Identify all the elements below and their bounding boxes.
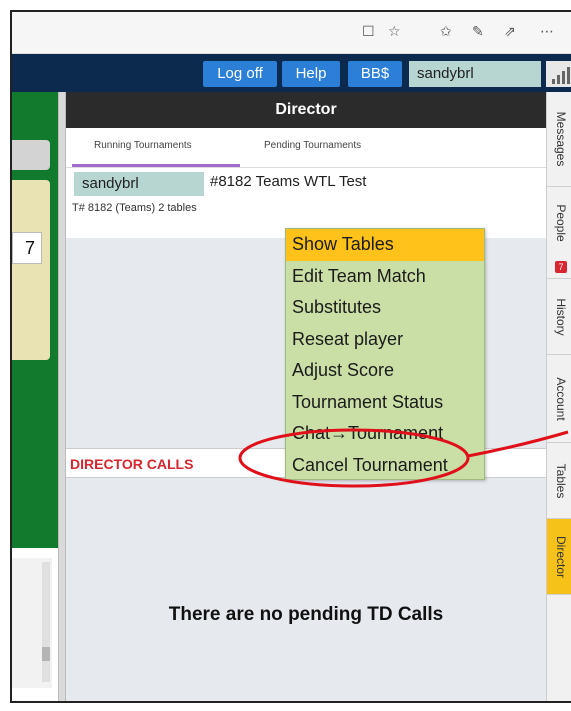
tournament-context-menu: Show Tables Edit Team Match Substitutes …	[285, 228, 485, 480]
menu-item-tournament-status[interactable]: Tournament Status	[286, 387, 484, 419]
reading-view-icon[interactable]: ☐	[362, 24, 375, 40]
people-count-badge: 7	[555, 261, 567, 273]
help-button[interactable]: Help	[282, 61, 340, 87]
panel-divider[interactable]	[58, 92, 66, 701]
tournament-host[interactable]: sandybrl	[74, 172, 204, 196]
menu-item-chat-tournament[interactable]: Chat→Tournament	[286, 418, 484, 450]
side-tab-label: Director	[553, 535, 568, 578]
app-top-bar: Log off Help BB$ sandybrl	[12, 54, 571, 92]
left-panel-card[interactable]	[12, 180, 50, 360]
left-panel-box[interactable]	[12, 140, 50, 170]
username-field[interactable]: sandybrl	[409, 61, 541, 87]
menu-item-reseat-player[interactable]: Reseat player	[286, 324, 484, 356]
app-window: ☐ ☆ ✩ ✎ ⇗ ⋯ Log off Help BB$ sandybrl 7 …	[10, 10, 571, 703]
director-tabs: Running Tournaments Pending Tournaments	[66, 128, 546, 168]
favorites-hub-icon[interactable]: ✩	[440, 24, 452, 40]
side-tab-tables[interactable]: Tables	[547, 443, 571, 519]
side-tab-label: Tables	[553, 463, 568, 498]
active-tab-indicator	[72, 164, 240, 167]
more-icon[interactable]: ⋯	[540, 24, 554, 40]
side-tab-history[interactable]: History	[547, 279, 571, 355]
side-tab-label: Account	[553, 376, 568, 421]
side-tab-account[interactable]: Account	[547, 355, 571, 443]
left-green-panel: 7	[12, 92, 58, 548]
side-tab-messages[interactable]: Messages	[547, 92, 571, 187]
left-panel: 7	[12, 92, 58, 701]
menu-item-show-tables[interactable]: Show Tables	[286, 229, 484, 261]
favorite-star-icon[interactable]: ☆	[388, 24, 401, 40]
director-header: Director	[66, 92, 546, 128]
menu-item-edit-team-match[interactable]: Edit Team Match	[286, 261, 484, 293]
bbs-button[interactable]: BB$	[348, 61, 402, 87]
share-icon[interactable]: ⇗	[504, 24, 516, 40]
browser-toolbar: ☐ ☆ ✩ ✎ ⇗ ⋯	[12, 12, 571, 54]
tab-pending-tournaments[interactable]: Pending Tournaments	[264, 140, 361, 151]
tournament-subtitle[interactable]: T# 8182 (Teams) 2 tables	[72, 202, 197, 214]
logoff-button[interactable]: Log off	[203, 61, 277, 87]
side-tab-label: History	[553, 297, 568, 336]
director-calls-label: DIRECTOR CALLS	[70, 456, 194, 472]
side-tab-director[interactable]: Director	[547, 519, 571, 595]
side-tab-people[interactable]: People 7	[547, 187, 571, 279]
side-tab-bar: Messages People 7 History Account Tables…	[546, 92, 571, 701]
signal-bars-icon[interactable]	[546, 61, 571, 87]
pen-icon[interactable]: ✎	[472, 24, 484, 40]
tab-running-tournaments[interactable]: Running Tournaments	[94, 140, 192, 151]
no-calls-message: There are no pending TD Calls	[168, 604, 444, 625]
side-tab-label: People	[553, 204, 568, 243]
menu-item-adjust-score[interactable]: Adjust Score	[286, 355, 484, 387]
menu-item-cancel-tournament[interactable]: Cancel Tournament	[286, 450, 484, 482]
left-panel-number: 7	[12, 232, 42, 264]
left-scrollbar[interactable]	[42, 562, 50, 682]
tournament-title[interactable]: #8182 Teams WTL Test	[210, 173, 366, 190]
side-tab-label: Messages	[553, 111, 568, 167]
left-scrollbar-thumb[interactable]	[42, 647, 50, 661]
menu-item-substitutes[interactable]: Substitutes	[286, 292, 484, 324]
